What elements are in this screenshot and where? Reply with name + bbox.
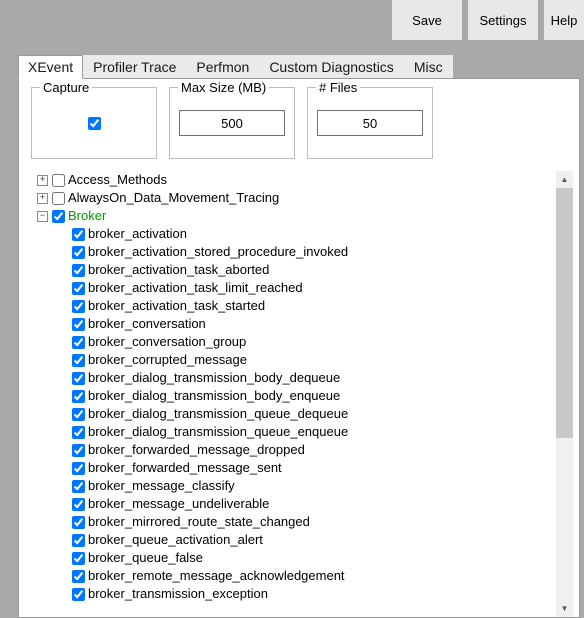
scroll-thumb[interactable]	[556, 188, 573, 438]
tree-row: broker_activation_task_limit_reached	[27, 279, 553, 297]
event-checkbox[interactable]	[72, 480, 85, 493]
event-label[interactable]: broker_message_undeliverable	[88, 495, 269, 513]
event-label[interactable]: broker_corrupted_message	[88, 351, 247, 369]
category-label[interactable]: Broker	[68, 207, 106, 225]
event-checkbox[interactable]	[72, 552, 85, 565]
category-checkbox[interactable]	[52, 174, 65, 187]
save-button[interactable]: Save	[392, 0, 462, 40]
event-checkbox[interactable]	[72, 462, 85, 475]
tree-row: broker_dialog_transmission_queue_enqueue	[27, 423, 553, 441]
tree-row: broker_activation_stored_procedure_invok…	[27, 243, 553, 261]
event-checkbox[interactable]	[72, 534, 85, 547]
collapse-icon[interactable]: −	[37, 211, 48, 222]
event-label[interactable]: broker_forwarded_message_sent	[88, 459, 282, 477]
event-checkbox[interactable]	[72, 264, 85, 277]
tree-row: broker_dialog_transmission_body_dequeue	[27, 369, 553, 387]
event-checkbox[interactable]	[72, 498, 85, 511]
event-label[interactable]: broker_dialog_transmission_queue_enqueue	[88, 423, 348, 441]
event-label[interactable]: broker_activation	[88, 225, 187, 243]
event-label[interactable]: broker_dialog_transmission_body_enqueue	[88, 387, 340, 405]
event-checkbox[interactable]	[72, 354, 85, 367]
tree-row: broker_activation	[27, 225, 553, 243]
capture-checkbox[interactable]	[88, 117, 101, 130]
tree-row: broker_forwarded_message_sent	[27, 459, 553, 477]
event-checkbox[interactable]	[72, 516, 85, 529]
capture-label: Capture	[40, 80, 92, 95]
event-label[interactable]: broker_remote_message_acknowledgement	[88, 567, 345, 585]
tree-row: broker_conversation	[27, 315, 553, 333]
category-checkbox[interactable]	[52, 192, 65, 205]
event-label[interactable]: broker_conversation	[88, 315, 206, 333]
settings-button[interactable]: Settings	[468, 0, 538, 40]
tree-row: broker_message_undeliverable	[27, 495, 553, 513]
tree-row: broker_corrupted_message	[27, 351, 553, 369]
event-label[interactable]: broker_forwarded_message_dropped	[88, 441, 305, 459]
tab-custom-diagnostics[interactable]: Custom Diagnostics	[259, 55, 404, 79]
help-button[interactable]: Help	[544, 0, 584, 40]
category-checkbox[interactable]	[52, 210, 65, 223]
event-label[interactable]: broker_queue_false	[88, 549, 203, 567]
tree-row: + AlwaysOn_Data_Movement_Tracing	[27, 189, 553, 207]
tree-row: broker_dialog_transmission_queue_dequeue	[27, 405, 553, 423]
files-groupbox: # Files	[307, 87, 433, 159]
tree-row: broker_remote_message_acknowledgement	[27, 567, 553, 585]
tree-row: + Access_Methods	[27, 171, 553, 189]
tree-row: broker_activation_task_started	[27, 297, 553, 315]
category-label[interactable]: Access_Methods	[68, 171, 167, 189]
vertical-scrollbar[interactable]: ▲ ▼	[556, 171, 573, 617]
event-label[interactable]: broker_conversation_group	[88, 333, 246, 351]
event-checkbox[interactable]	[72, 228, 85, 241]
event-checkbox[interactable]	[72, 336, 85, 349]
files-input[interactable]	[317, 110, 423, 136]
event-checkbox[interactable]	[72, 426, 85, 439]
event-label[interactable]: broker_dialog_transmission_queue_dequeue	[88, 405, 348, 423]
event-label[interactable]: broker_activation_task_started	[88, 297, 265, 315]
max-size-input[interactable]	[179, 110, 285, 136]
event-label[interactable]: broker_transmission_exception	[88, 585, 268, 603]
event-checkbox[interactable]	[72, 318, 85, 331]
expand-icon[interactable]: +	[37, 193, 48, 204]
event-checkbox[interactable]	[72, 300, 85, 313]
files-label: # Files	[316, 80, 360, 95]
tree-row: broker_queue_false	[27, 549, 553, 567]
expand-icon[interactable]: +	[37, 175, 48, 186]
event-checkbox[interactable]	[72, 246, 85, 259]
event-checkbox[interactable]	[72, 444, 85, 457]
event-checkbox[interactable]	[72, 390, 85, 403]
max-size-label: Max Size (MB)	[178, 80, 269, 95]
tab-misc[interactable]: Misc	[404, 55, 453, 79]
tab-profiler-trace[interactable]: Profiler Trace	[83, 55, 186, 79]
tree-row: broker_activation_task_aborted	[27, 261, 553, 279]
max-size-groupbox: Max Size (MB)	[169, 87, 295, 159]
scroll-up-button[interactable]: ▲	[556, 171, 573, 188]
event-label[interactable]: broker_mirrored_route_state_changed	[88, 513, 310, 531]
tree-row: − Broker	[27, 207, 553, 225]
event-checkbox[interactable]	[72, 570, 85, 583]
tab-xevent[interactable]: XEvent	[18, 55, 83, 79]
tree-row: broker_message_classify	[27, 477, 553, 495]
tree-row: broker_transmission_exception	[27, 585, 553, 603]
event-label[interactable]: broker_queue_activation_alert	[88, 531, 263, 549]
tree-row: broker_queue_activation_alert	[27, 531, 553, 549]
event-checkbox[interactable]	[72, 282, 85, 295]
tab-strip: XEvent Profiler Trace Perfmon Custom Dia…	[18, 55, 580, 79]
tab-panel: Capture Max Size (MB) # Files + Access_Me…	[18, 78, 580, 618]
tree-row: broker_conversation_group	[27, 333, 553, 351]
tree-row: broker_forwarded_message_dropped	[27, 441, 553, 459]
event-label[interactable]: broker_message_classify	[88, 477, 235, 495]
capture-groupbox: Capture	[31, 87, 157, 159]
event-label[interactable]: broker_activation_task_limit_reached	[88, 279, 303, 297]
event-checkbox[interactable]	[72, 372, 85, 385]
event-checkbox[interactable]	[72, 588, 85, 601]
tree-row: broker_dialog_transmission_body_enqueue	[27, 387, 553, 405]
event-label[interactable]: broker_activation_task_aborted	[88, 261, 269, 279]
event-label[interactable]: broker_activation_stored_procedure_invok…	[88, 243, 348, 261]
event-checkbox[interactable]	[72, 408, 85, 421]
tab-perfmon[interactable]: Perfmon	[186, 55, 259, 79]
events-tree: + Access_Methods + AlwaysOn_Data_Movement_T…	[27, 171, 553, 617]
category-label[interactable]: AlwaysOn_Data_Movement_Tracing	[68, 189, 279, 207]
tree-row: broker_mirrored_route_state_changed	[27, 513, 553, 531]
event-label[interactable]: broker_dialog_transmission_body_dequeue	[88, 369, 340, 387]
